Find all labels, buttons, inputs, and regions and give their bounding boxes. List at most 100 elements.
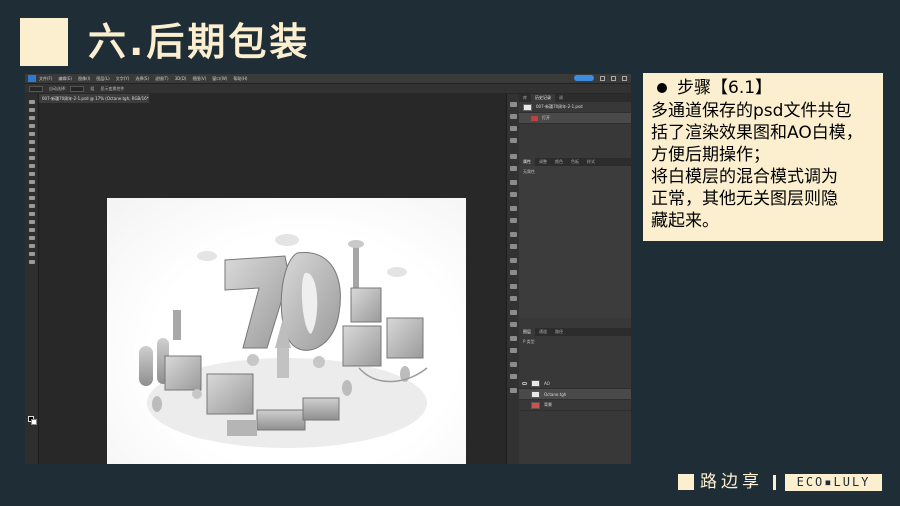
crop-tool-icon[interactable] — [29, 132, 35, 136]
close-icon[interactable] — [622, 75, 627, 81]
step-title: 步骤【6.1】 — [677, 78, 773, 98]
panel-icon[interactable] — [510, 270, 517, 275]
tab-library[interactable]: 库 — [519, 95, 531, 101]
panel-icon[interactable] — [510, 102, 517, 107]
eraser-tool-icon[interactable] — [29, 188, 35, 192]
ps-menu-3d[interactable]: 3D(D) — [175, 76, 187, 81]
visibility-eye-icon[interactable] — [522, 381, 527, 385]
tab-channels[interactable]: 通道 — [535, 329, 551, 335]
maximize-icon[interactable] — [611, 75, 616, 81]
tab-paths[interactable]: 路径 — [551, 329, 567, 335]
tab-styles[interactable]: 样式 — [583, 159, 599, 165]
no-properties-label: 无属性 — [523, 169, 535, 174]
layers-panel-tabs: 图层 通道 路径 — [519, 328, 631, 336]
ps-menu-image[interactable]: 图像(I) — [78, 76, 90, 82]
auto-select-dropdown[interactable] — [70, 85, 85, 92]
hidden-eye-icon[interactable] — [522, 392, 527, 396]
hand-tool-icon[interactable] — [29, 252, 35, 256]
panel-icon[interactable] — [510, 114, 517, 119]
eyedropper-tool-icon[interactable] — [29, 148, 35, 152]
tab-adjustments[interactable]: 调整 — [535, 159, 551, 165]
healing-tool-icon[interactable] — [29, 156, 35, 160]
move-tool-icon[interactable] — [29, 100, 35, 104]
dodge-tool-icon[interactable] — [29, 212, 35, 216]
panel-icon[interactable] — [510, 362, 517, 367]
tab-properties[interactable]: 属性 — [519, 158, 535, 166]
group-option[interactable]: 组 — [90, 86, 94, 92]
layer-filter-select[interactable]: P 类型 — [519, 336, 631, 348]
layer-row-background[interactable]: 背景 — [519, 400, 631, 411]
footer-divider — [773, 475, 776, 490]
history-open-row[interactable]: 打开 — [519, 113, 631, 124]
history-snapshot-row[interactable]: 007-新疆70周年-2-1.psd — [519, 102, 631, 113]
shape-tool-icon[interactable] — [29, 244, 35, 248]
panel-icon[interactable] — [510, 348, 517, 353]
ps-logo-icon — [28, 75, 36, 82]
step-info-box: 步骤【6.1】 多通道保存的psd文件共包 括了渲染效果图和AO白模， 方便后期… — [643, 73, 883, 241]
panel-icon[interactable] — [510, 296, 517, 301]
open-state-icon — [531, 115, 538, 121]
ps-menu-layer[interactable]: 图层(L) — [96, 76, 109, 82]
layer-row-ao[interactable]: AO — [519, 378, 631, 389]
frame-tool-icon[interactable] — [29, 140, 35, 144]
ps-menu-filter[interactable]: 滤镜(T) — [155, 76, 169, 82]
move-tool-icon[interactable] — [29, 85, 43, 92]
background-color-swatch[interactable] — [31, 419, 37, 425]
panel-icon[interactable] — [510, 166, 517, 171]
ps-menu-bar: 文件(F) 编辑(E) 图像(I) 图层(L) 文字(Y) 选择(S) 滤镜(T… — [25, 74, 631, 83]
quick-select-tool-icon[interactable] — [29, 124, 35, 128]
path-select-tool-icon[interactable] — [29, 236, 35, 240]
panel-icon[interactable] — [510, 192, 517, 197]
hidden-eye-icon[interactable] — [522, 403, 527, 407]
panel-icon[interactable] — [510, 180, 517, 185]
panel-icon[interactable] — [510, 232, 517, 237]
panel-icon[interactable] — [510, 322, 517, 327]
ps-menu-window[interactable]: 窗口(W) — [212, 76, 227, 82]
type-tool-icon[interactable] — [29, 228, 35, 232]
lasso-tool-icon[interactable] — [29, 116, 35, 120]
brush-tool-icon[interactable] — [29, 164, 35, 168]
tab-swatches[interactable]: 色板 — [567, 159, 583, 165]
footer-accent-square — [678, 474, 694, 490]
ps-menu-file[interactable]: 文件(F) — [39, 76, 52, 82]
ps-menu-help[interactable]: 帮助(H) — [233, 76, 247, 82]
pen-tool-icon[interactable] — [29, 220, 35, 224]
tab-color[interactable]: 颜色 — [551, 159, 567, 165]
panel-icon[interactable] — [510, 310, 517, 315]
blur-tool-icon[interactable] — [29, 204, 35, 208]
history-brush-tool-icon[interactable] — [29, 180, 35, 184]
ps-menu-view[interactable]: 视图(V) — [192, 76, 206, 82]
panel-icon[interactable] — [510, 284, 517, 289]
tab-history[interactable]: 历史记录 — [531, 94, 555, 102]
show-transform-checkbox[interactable]: 显示变换控件 — [100, 86, 124, 92]
ps-canvas-area[interactable] — [40, 103, 505, 464]
panel-icon[interactable] — [510, 138, 517, 143]
stamp-tool-icon[interactable] — [29, 172, 35, 176]
ps-menu-type[interactable]: 文字(Y) — [116, 76, 130, 82]
gradient-tool-icon[interactable] — [29, 196, 35, 200]
panel-icon[interactable] — [510, 206, 517, 211]
ps-menu-edit[interactable]: 编辑(E) — [58, 76, 72, 82]
layer-thumbnail — [531, 401, 540, 409]
ps-menu-select[interactable]: 选择(S) — [135, 76, 149, 82]
layer-row-octane[interactable]: Octane.tgh — [519, 389, 631, 400]
panel-icon[interactable] — [510, 244, 517, 249]
ps-cloud-button[interactable] — [574, 75, 594, 81]
history-open-label: 打开 — [542, 115, 550, 120]
minimize-icon[interactable] — [600, 75, 605, 81]
panel-icon[interactable] — [510, 336, 517, 341]
ps-document-tab[interactable]: 007-新疆70周年-2-1.psd @ 17% (Octane.tgh, RG… — [39, 94, 149, 103]
marquee-tool-icon[interactable] — [29, 108, 35, 112]
layer-blend-controls — [519, 348, 631, 378]
panel-icon[interactable] — [510, 154, 517, 159]
panel-icon[interactable] — [510, 388, 517, 393]
panel-icon[interactable] — [510, 374, 517, 379]
history-snapshot-label: 007-新疆70周年-2-1.psd — [536, 104, 583, 109]
panel-icon[interactable] — [510, 258, 517, 263]
auto-select-label[interactable]: 自动选择: — [49, 86, 66, 92]
zoom-tool-icon[interactable] — [29, 260, 35, 264]
panel-icon[interactable] — [510, 218, 517, 223]
tab-adjust[interactable]: 调 — [555, 95, 567, 101]
tab-layers[interactable]: 图层 — [519, 328, 535, 336]
panel-icon[interactable] — [510, 126, 517, 131]
